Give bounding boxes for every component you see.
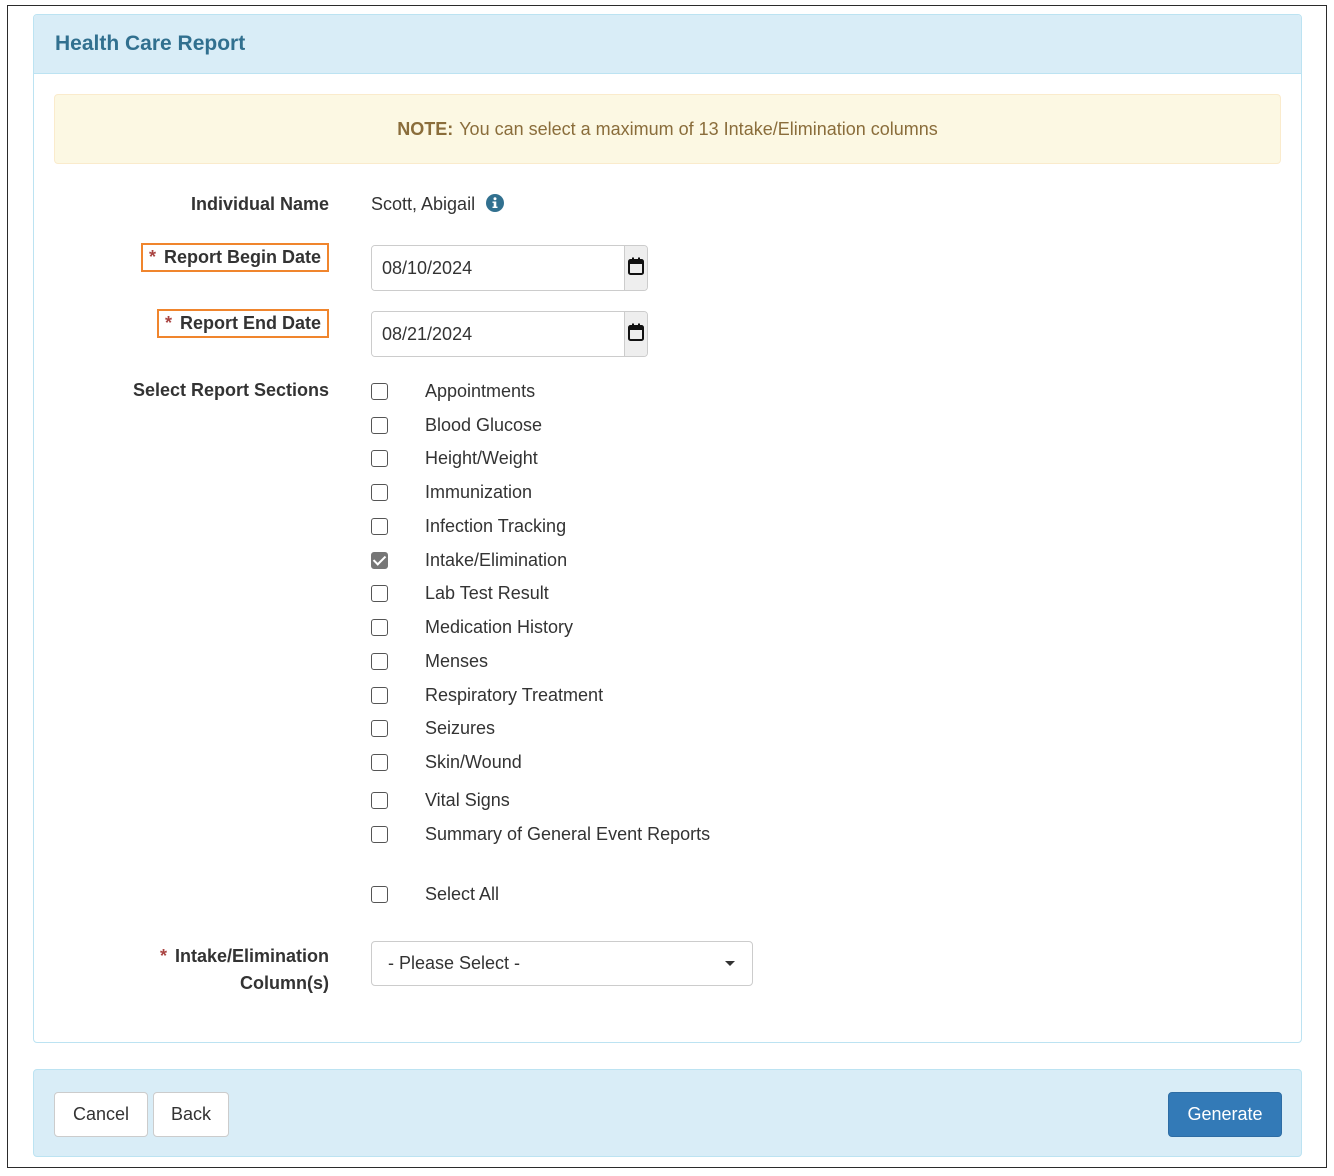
section-checkbox[interactable] xyxy=(371,719,388,737)
section-checkbox-row[interactable]: Lab Test Result xyxy=(371,581,549,605)
section-checkbox-row[interactable]: Immunization xyxy=(371,480,532,504)
section-label: Immunization xyxy=(425,481,533,502)
section-label: Summary of General Event Reports xyxy=(425,823,711,844)
required-marker: * xyxy=(149,247,157,267)
intake-columns-select[interactable]: - Please Select - xyxy=(371,941,753,986)
note-alert: NOTE: You can select a maximum of 13 Int… xyxy=(54,94,1281,164)
note-text: You can select a maximum of 13 Intake/El… xyxy=(459,118,938,139)
calendar-icon xyxy=(628,257,644,280)
section-checkbox-row[interactable]: Menses xyxy=(371,649,488,673)
section-checkbox-row[interactable]: Blood Glucose xyxy=(371,413,542,437)
section-checkbox-row[interactable]: Height/Weight xyxy=(371,446,538,470)
calendar-icon xyxy=(628,323,644,346)
section-label: Lab Test Result xyxy=(425,582,549,603)
section-checkbox-checked[interactable] xyxy=(371,551,388,569)
section-checkbox[interactable] xyxy=(371,791,388,809)
generate-button[interactable]: Generate xyxy=(1168,1092,1282,1137)
report-end-date-input[interactable] xyxy=(372,312,624,356)
report-begin-date-label: * Report Begin Date xyxy=(141,243,330,272)
individual-name-value: Scott, Abigail xyxy=(371,194,505,217)
report-begin-date-group xyxy=(371,245,648,291)
section-checkbox-row[interactable]: Medication History xyxy=(371,615,573,639)
note-label: NOTE: xyxy=(397,118,454,139)
cancel-button[interactable]: Cancel xyxy=(54,1092,148,1137)
select-all-row[interactable]: Select All xyxy=(371,882,499,906)
section-label: Menses xyxy=(425,650,489,671)
section-label: Seizures xyxy=(425,717,496,738)
required-marker: * xyxy=(165,313,173,333)
caret-down-icon xyxy=(725,961,735,966)
individual-name-label: Individual Name xyxy=(190,194,329,214)
report-begin-date-input[interactable] xyxy=(372,246,624,290)
section-checkbox[interactable] xyxy=(371,416,388,434)
page-title: Health Care Report xyxy=(55,32,246,55)
section-checkbox[interactable] xyxy=(371,483,388,501)
section-label: Intake/Elimination xyxy=(425,549,568,570)
section-checkbox-row[interactable]: Skin/Wound xyxy=(371,750,522,774)
section-checkbox[interactable] xyxy=(371,686,388,704)
section-checkbox-row[interactable]: Vital Signs xyxy=(371,788,510,812)
section-checkbox-row[interactable]: Summary of General Event Reports xyxy=(371,822,710,846)
section-checkbox-row[interactable]: Infection Tracking xyxy=(371,514,566,538)
section-checkbox[interactable] xyxy=(371,618,388,636)
section-checkbox[interactable] xyxy=(371,753,388,771)
select-all-checkbox[interactable] xyxy=(371,885,388,903)
section-checkbox-row[interactable]: Respiratory Treatment xyxy=(371,683,603,707)
section-checkbox-row[interactable]: Appointments xyxy=(371,379,535,403)
select-report-sections-label: Select Report Sections xyxy=(132,380,329,400)
section-label: Blood Glucose xyxy=(425,414,543,435)
section-checkbox[interactable] xyxy=(371,584,388,602)
section-label: Infection Tracking xyxy=(425,515,567,536)
panel-heading: Health Care Report xyxy=(34,15,1301,74)
section-checkbox[interactable] xyxy=(371,449,388,467)
end-date-calendar-button[interactable] xyxy=(624,312,647,356)
section-label: Respiratory Treatment xyxy=(425,684,604,705)
required-marker: * xyxy=(159,946,167,966)
section-checkbox[interactable] xyxy=(371,652,388,670)
report-panel: Health Care Report NOTE: You can select … xyxy=(33,14,1302,1043)
report-end-date-group xyxy=(371,311,648,357)
intake-columns-label: * Intake/Elimination Column(s) xyxy=(159,946,329,993)
section-label: Vital Signs xyxy=(425,789,510,810)
section-label: Medication History xyxy=(425,616,574,637)
section-label: Skin/Wound xyxy=(425,751,522,772)
select-all-label: Select All xyxy=(425,883,500,904)
section-checkbox[interactable] xyxy=(371,517,388,535)
back-button[interactable]: Back xyxy=(153,1092,229,1137)
select-value: - Please Select - xyxy=(388,953,521,973)
section-label: Appointments xyxy=(425,380,536,401)
footer-bar: Cancel Back Generate xyxy=(33,1069,1302,1157)
section-checkbox[interactable] xyxy=(371,382,388,400)
section-checkbox-row[interactable]: Seizures xyxy=(371,716,495,740)
section-checkbox[interactable] xyxy=(371,825,388,843)
info-circle-icon[interactable] xyxy=(486,194,505,217)
section-label: Height/Weight xyxy=(425,447,538,468)
begin-date-calendar-button[interactable] xyxy=(624,246,647,290)
section-checkbox-row[interactable]: Intake/Elimination xyxy=(371,548,567,572)
report-end-date-label: * Report End Date xyxy=(157,309,330,338)
